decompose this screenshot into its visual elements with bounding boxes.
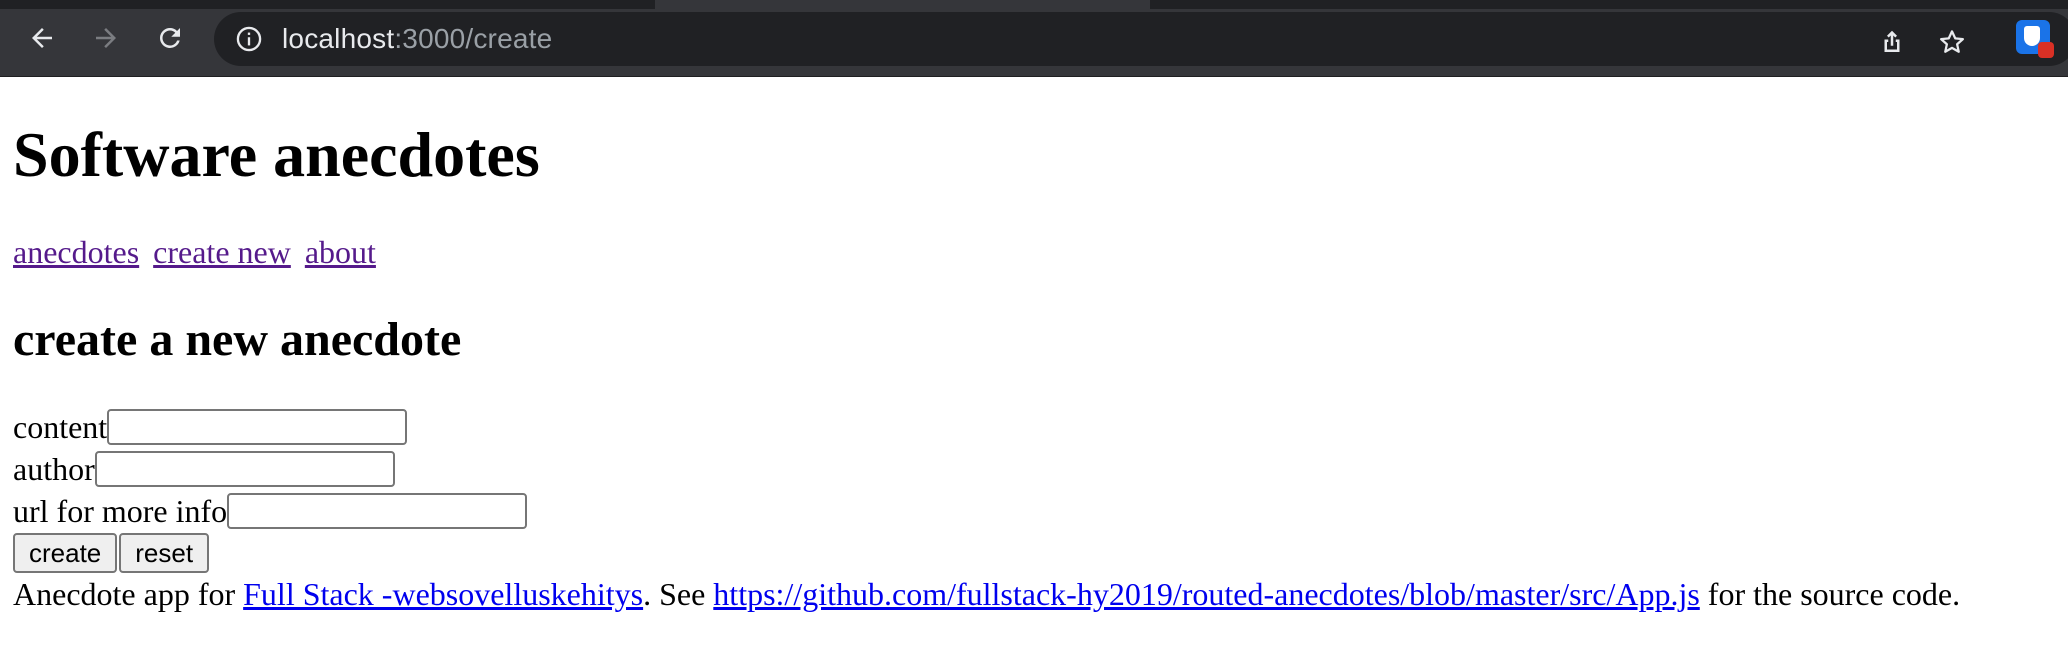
tab-strip bbox=[0, 0, 2068, 9]
star-icon[interactable] bbox=[1934, 24, 1970, 60]
source-code-link[interactable]: https://github.com/fullstack-hy2019/rout… bbox=[713, 576, 1699, 612]
create-button[interactable]: create bbox=[13, 533, 118, 573]
nav-link-anecdotes[interactable]: anecdotes bbox=[13, 234, 139, 270]
content-label: content bbox=[13, 409, 108, 445]
footer-middle: . See bbox=[643, 576, 714, 612]
reset-button[interactable]: reset bbox=[119, 533, 210, 573]
footer-suffix: for the source code. bbox=[1699, 576, 1961, 612]
share-icon[interactable] bbox=[1874, 24, 1910, 60]
form-heading: create a new anecdote bbox=[13, 313, 462, 366]
footer: Anecdote app for Full Stack -websovellus… bbox=[13, 574, 1960, 614]
author-label: author bbox=[13, 451, 95, 487]
forward-button[interactable] bbox=[84, 16, 128, 60]
create-anecdote-form: content author url for more info create … bbox=[13, 406, 528, 574]
main-nav: anecdotes create new about bbox=[13, 232, 382, 272]
address-bar[interactable]: localhost:3000/create bbox=[214, 12, 2068, 66]
reload-button[interactable] bbox=[148, 16, 192, 60]
url-text[interactable]: localhost:3000/create bbox=[282, 23, 552, 55]
arrow-right-icon bbox=[96, 28, 116, 48]
content-row: content bbox=[13, 406, 527, 448]
back-button[interactable] bbox=[20, 16, 64, 60]
course-link[interactable]: Full Stack -websovelluskehitys bbox=[243, 576, 643, 612]
active-tab[interactable] bbox=[655, 0, 1150, 9]
page-title: Software anecdotes bbox=[13, 119, 540, 190]
url-label: url for more info bbox=[13, 493, 228, 529]
content-input[interactable] bbox=[107, 409, 408, 445]
nav-link-about[interactable]: about bbox=[305, 234, 376, 270]
info-icon[interactable] bbox=[234, 24, 264, 54]
arrow-left-icon bbox=[32, 28, 52, 48]
url-input[interactable] bbox=[227, 493, 528, 529]
footer-prefix: Anecdote app for bbox=[13, 576, 244, 612]
extension-icon[interactable] bbox=[2016, 20, 2054, 58]
form-buttons: create reset bbox=[13, 532, 527, 574]
author-input[interactable] bbox=[94, 451, 395, 487]
url-row: url for more info bbox=[13, 490, 528, 532]
url-host: localhost bbox=[282, 23, 395, 54]
browser-toolbar: localhost:3000/create bbox=[0, 0, 2068, 77]
author-row: author bbox=[13, 448, 527, 490]
url-path: :3000/create bbox=[394, 23, 553, 54]
nav-link-create-new[interactable]: create new bbox=[153, 234, 291, 270]
reload-icon bbox=[160, 28, 180, 48]
